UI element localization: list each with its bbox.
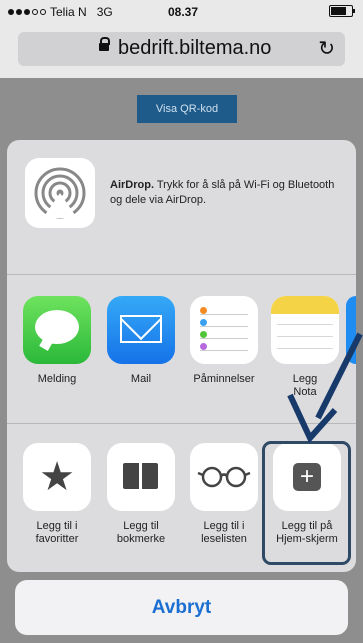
arrow-icon (287, 332, 363, 444)
cancel-button[interactable]: Avbryt (15, 580, 348, 635)
cancel-label: Avbryt (151, 597, 212, 618)
